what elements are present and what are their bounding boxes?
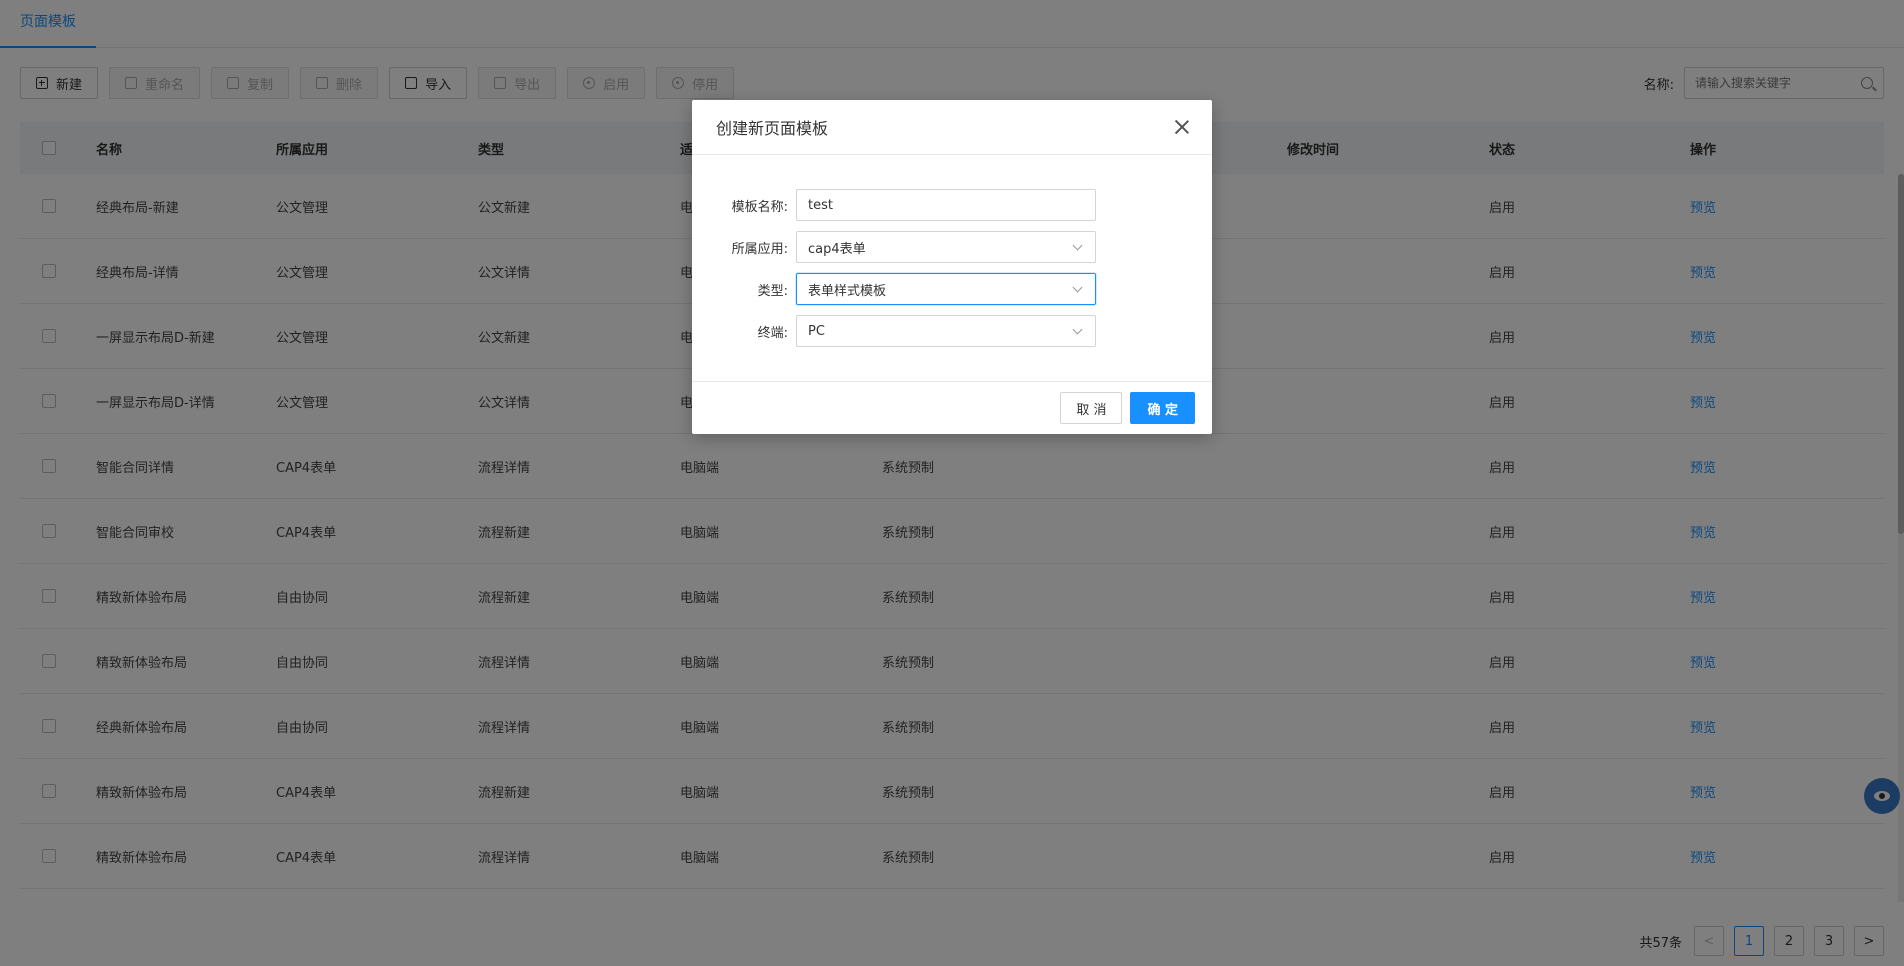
app-label: 所属应用: xyxy=(731,241,788,257)
app-select[interactable]: cap4表单 xyxy=(796,231,1096,263)
dialog-body: 模板名称: test 所属应用: cap4表单 类型: 表单样式模板 终端: P… xyxy=(692,155,1212,382)
field-row-type: 类型: 表单样式模板 xyxy=(692,273,1212,305)
dialog-title: 创建新页面模板 xyxy=(716,119,829,138)
field-row-name: 模板名称: test xyxy=(692,189,1212,221)
dialog-header: 创建新页面模板 xyxy=(692,100,1212,155)
template-name-label: 模板名称: xyxy=(731,199,788,215)
cancel-button[interactable]: 取 消 xyxy=(1060,392,1123,424)
terminal-select[interactable]: PC xyxy=(796,315,1096,347)
create-template-dialog: 创建新页面模板 模板名称: test 所属应用: cap4表单 类型: 表单样式… xyxy=(692,100,1212,434)
field-row-terminal: 终端: PC xyxy=(692,315,1212,347)
chevron-down-icon xyxy=(1072,240,1083,251)
close-icon[interactable] xyxy=(1174,119,1190,135)
type-label: 类型: xyxy=(757,283,788,299)
confirm-button[interactable]: 确 定 xyxy=(1130,392,1195,424)
dialog-footer: 取 消 确 定 xyxy=(692,382,1212,434)
field-row-app: 所属应用: cap4表单 xyxy=(692,231,1212,263)
template-name-input[interactable]: test xyxy=(796,189,1096,221)
type-select[interactable]: 表单样式模板 xyxy=(796,273,1096,305)
chevron-down-icon xyxy=(1072,324,1083,335)
chevron-down-icon xyxy=(1072,282,1083,293)
terminal-label: 终端: xyxy=(757,325,788,341)
